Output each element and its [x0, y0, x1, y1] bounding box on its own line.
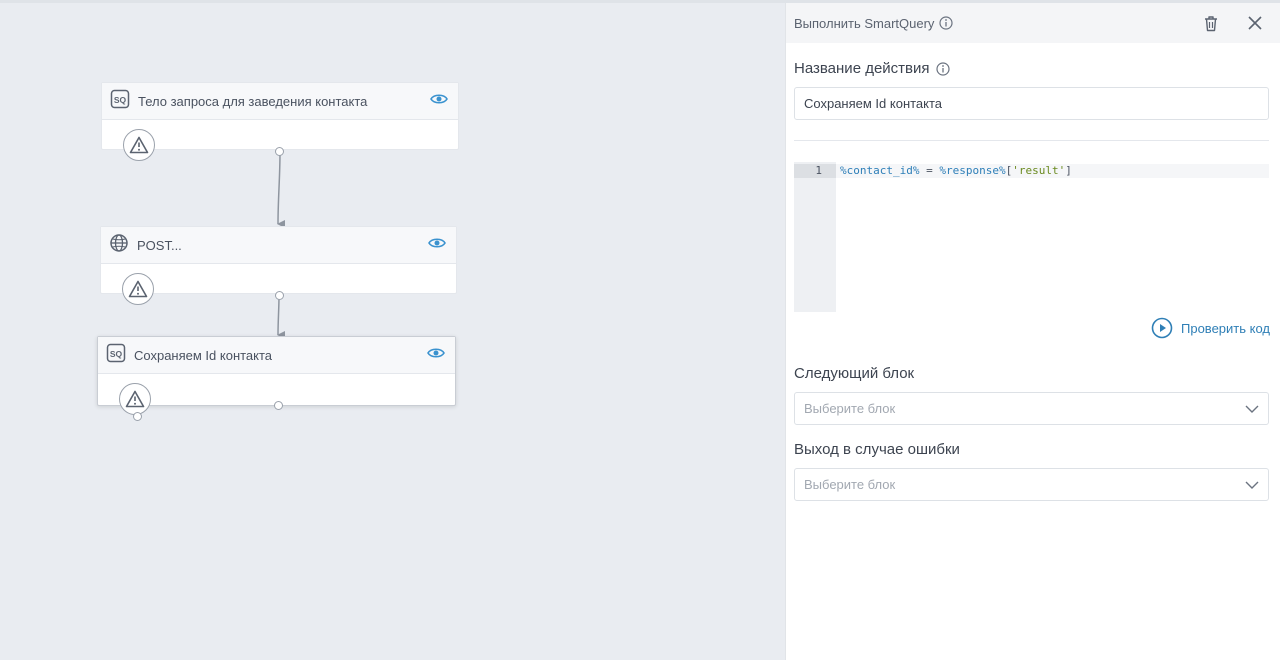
eye-icon[interactable]	[430, 92, 448, 110]
code-string: 'result'	[1012, 164, 1066, 177]
sq-icon: SQ	[110, 89, 130, 114]
output-port[interactable]	[275, 291, 284, 300]
link-2-3	[277, 295, 286, 340]
code-variable: %contact_id%	[840, 164, 920, 177]
node-body	[102, 120, 458, 161]
flow-node-post[interactable]: POST...	[100, 226, 457, 305]
node-title: POST...	[137, 237, 182, 253]
svg-text:SQ: SQ	[114, 95, 127, 105]
divider	[794, 140, 1269, 141]
line-number: 1	[794, 164, 836, 178]
chevron-down-icon	[1245, 405, 1259, 413]
code-editor[interactable]: 1 %contact_id% = %response%['result']	[794, 162, 1269, 312]
svg-text:SQ: SQ	[110, 349, 123, 359]
warning-icon	[123, 129, 155, 161]
flow-node-save-contact-id[interactable]: SQ Сохраняем Id контакта	[97, 336, 456, 415]
node-body	[98, 374, 455, 415]
code-bracket: ]	[1065, 164, 1072, 177]
output-port[interactable]	[275, 147, 284, 156]
node-header: POST...	[101, 227, 456, 264]
globe-icon	[109, 233, 129, 258]
next-block-label: Следующий блок	[794, 365, 915, 382]
action-name-input[interactable]: Сохраняем Id контакта	[794, 87, 1269, 120]
close-icon	[1248, 16, 1262, 30]
error-exit-label: Выход в случае ошибки	[794, 441, 960, 458]
chevron-down-icon	[1245, 481, 1259, 489]
trash-icon	[1205, 15, 1217, 31]
delete-button[interactable]	[1196, 8, 1226, 38]
info-icon[interactable]	[935, 61, 950, 76]
link-1-2	[277, 151, 286, 229]
node-body	[101, 264, 456, 305]
code-operator: =	[919, 164, 940, 177]
close-button[interactable]	[1240, 8, 1270, 38]
flow-canvas[interactable]: SQ Тело запроса для заведения контакта P…	[0, 3, 785, 660]
line-gutter	[794, 162, 836, 312]
node-title: Тело запроса для заведения контакта	[138, 93, 368, 109]
play-icon	[1151, 317, 1173, 339]
node-header: SQ Тело запроса для заведения контакта	[102, 83, 458, 120]
code-variable: %response%	[939, 164, 1006, 177]
warning-icon	[122, 273, 154, 305]
warning-icon	[119, 383, 151, 415]
action-name-label: Название действия	[794, 60, 950, 77]
code-line[interactable]: %contact_id% = %response%['result']	[840, 164, 1072, 178]
node-header: SQ Сохраняем Id контакта	[98, 337, 455, 374]
flow-node-request-body[interactable]: SQ Тело запроса для заведения контакта	[101, 82, 459, 161]
info-icon[interactable]	[939, 16, 954, 30]
check-code-button[interactable]: Проверить код	[1151, 317, 1270, 339]
node-title: Сохраняем Id контакта	[134, 347, 273, 363]
panel-title: Выполнить SmartQuery	[794, 15, 935, 31]
action-settings-panel: Выполнить SmartQuery Название действия С…	[785, 3, 1280, 660]
error-exit-select[interactable]: Выберите блок	[794, 468, 1269, 501]
eye-icon[interactable]	[428, 236, 446, 254]
panel-header: Выполнить SmartQuery	[786, 3, 1280, 43]
next-block-select[interactable]: Выберите блок	[794, 392, 1269, 425]
sq-icon: SQ	[106, 343, 126, 368]
eye-icon[interactable]	[427, 346, 445, 364]
error-port[interactable]	[133, 412, 142, 421]
output-port[interactable]	[274, 401, 283, 410]
